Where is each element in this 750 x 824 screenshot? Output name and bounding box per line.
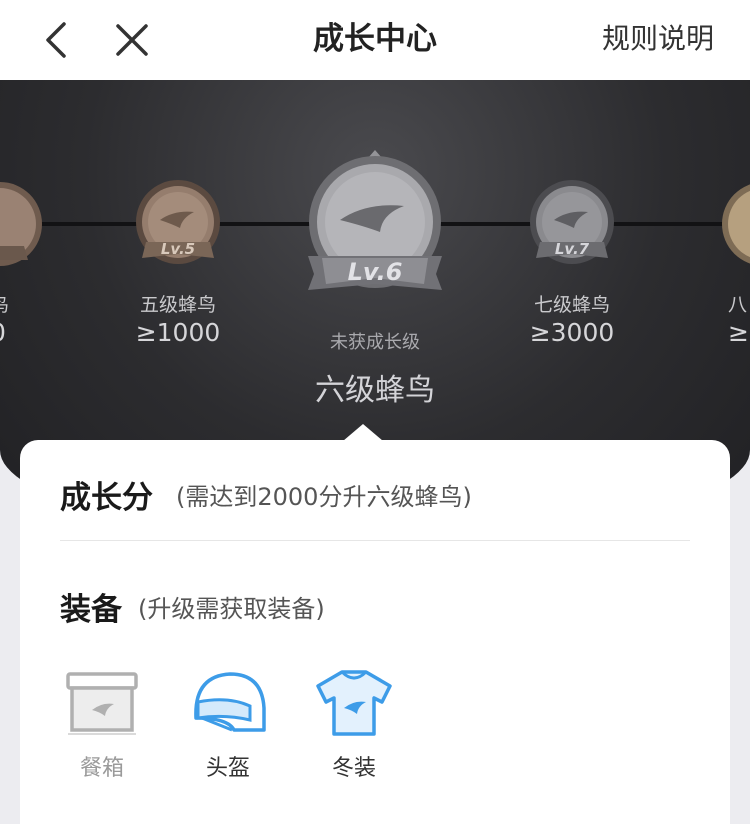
level-name: 鸟 [0, 290, 9, 317]
winter-jacket-icon [316, 670, 392, 736]
growth-score-title: 成长分 [60, 480, 153, 516]
growth-score-note: (需达到2000分升六级蜂鸟) [176, 483, 472, 511]
medal-badge-text: Lv.6 [348, 258, 403, 286]
medal-lv7[interactable]: Lv.7 [528, 180, 616, 272]
level-score: ≥ [728, 318, 749, 347]
medal-lv5[interactable]: Lv.5 [134, 180, 222, 272]
helmet-icon [194, 672, 266, 732]
equipment-item-jacket[interactable]: 冬装 [294, 668, 414, 782]
level-name: 八 [728, 294, 748, 316]
medal-lv6-current[interactable]: Lv.6 [300, 150, 450, 300]
current-level-name: 六级蜂鸟 [315, 373, 435, 408]
card-pointer [343, 424, 383, 441]
section-divider [60, 540, 690, 541]
equipment-label: 冬装 [331, 756, 376, 781]
medal-badge-text: Lv.7 [555, 240, 590, 258]
nav-bar: 成长中心 规则说明 [0, 0, 750, 80]
rules-link[interactable]: 规则说明 [602, 18, 714, 60]
level-name: 七级蜂鸟 [533, 294, 610, 316]
equipment-note: (升级需获取装备) [138, 595, 325, 623]
delivery-box-icon [66, 672, 138, 735]
requirements-card: 成长分 (需达到2000分升六级蜂鸟) 装备 (升级需获取装备) 餐箱 头盔 冬… [20, 440, 730, 824]
equipment-label: 餐箱 [79, 756, 124, 781]
level-score: ≥3000 [529, 318, 615, 347]
equipment-item-helmet[interactable]: 头盔 [168, 668, 288, 782]
medal-badge-text: Lv.5 [161, 240, 195, 258]
level-name: 五级蜂鸟 [139, 294, 216, 316]
equipment-title: 装备 [60, 592, 122, 628]
current-level-status: 未获成长级 [330, 332, 420, 353]
medal-lv4[interactable] [0, 180, 44, 268]
equipment-item-box[interactable]: 餐箱 [42, 668, 162, 782]
equipment-label: 头盔 [205, 756, 250, 781]
medal-lv8[interactable] [720, 180, 750, 268]
